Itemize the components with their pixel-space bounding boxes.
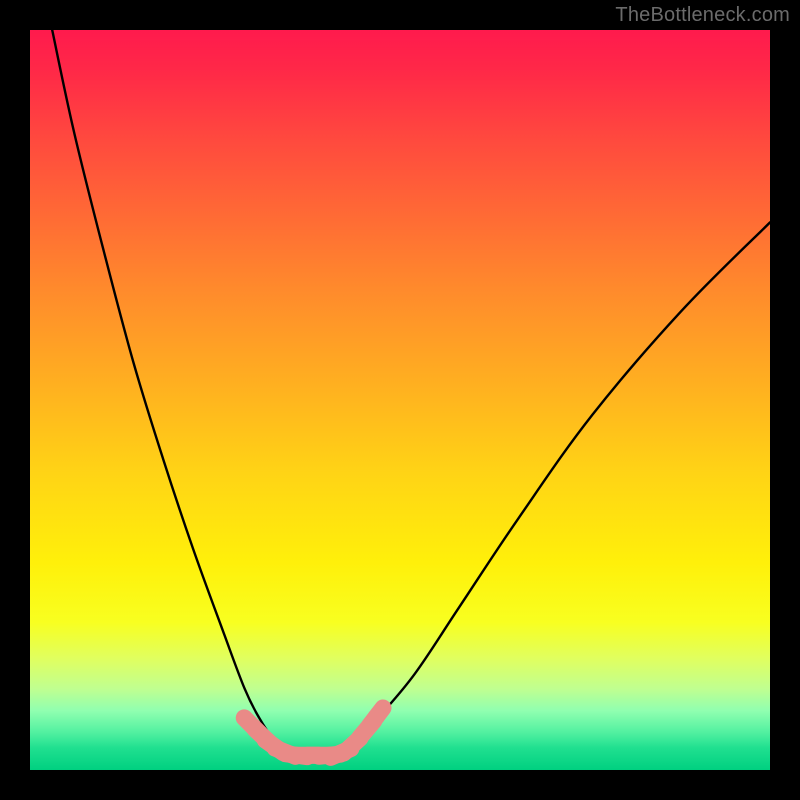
- plot-area: [30, 30, 770, 770]
- marker-layer: [244, 708, 385, 757]
- watermark-text: TheBottleneck.com: [615, 4, 790, 27]
- curves-svg: [30, 30, 770, 770]
- series-right-curve: [341, 222, 770, 755]
- series-left-curve: [52, 30, 296, 755]
- curve-layer: [52, 30, 770, 755]
- valley-marker-dot: [368, 708, 385, 725]
- chart-frame: TheBottleneck.com: [0, 0, 800, 800]
